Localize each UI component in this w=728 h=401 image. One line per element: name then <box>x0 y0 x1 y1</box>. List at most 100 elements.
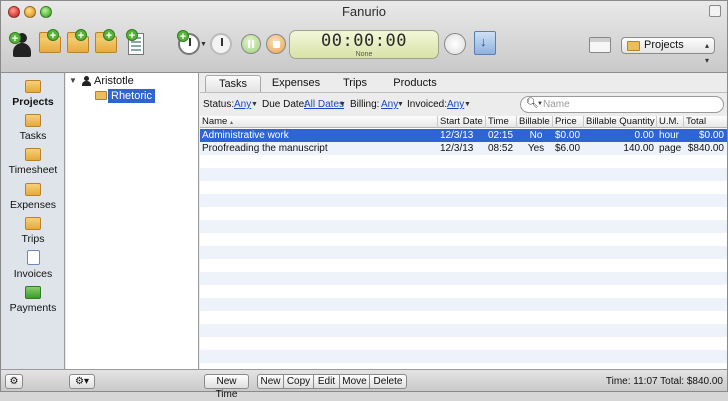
table-row[interactable]: Administrative work 12/3/13 02:15 No $0.00 0.… <box>200 129 727 142</box>
table-row[interactable] <box>200 246 727 259</box>
table-cell-qty: 140.00 <box>623 143 654 154</box>
delete-button[interactable]: Delete <box>369 374 407 389</box>
table-row[interactable] <box>200 272 727 285</box>
table-row[interactable] <box>200 311 727 324</box>
bottom-bar: ⚙ ⚙▾ New Time New Copy Edit Move Delete … <box>1 369 727 400</box>
table-cell-um: page <box>659 143 682 154</box>
sidebar-item-trips[interactable]: Trips <box>1 217 65 245</box>
tree-settings-button[interactable]: ⚙▾ <box>69 374 95 389</box>
table-cell-qty: 0.00 <box>634 130 654 141</box>
start-timer-button[interactable]: + <box>176 30 202 57</box>
due-date-filter-value[interactable]: All Dates <box>304 99 344 110</box>
column-header-billable-quantity[interactable]: Billable Quantity <box>584 116 657 128</box>
add-client-button[interactable]: + <box>7 31 33 57</box>
table-row[interactable] <box>200 285 727 298</box>
move-button[interactable]: Move <box>339 374 370 389</box>
sidebar-item-tasks[interactable]: Tasks <box>1 114 65 142</box>
sidebar-item-expenses[interactable]: Expenses <box>1 183 65 211</box>
chevron-down-icon: ▼ <box>251 101 258 108</box>
toggle-pane-icon[interactable] <box>589 37 611 53</box>
table-row[interactable] <box>200 337 727 350</box>
table-row[interactable] <box>200 298 727 311</box>
invoices-icon <box>26 250 40 265</box>
plus-icon: + <box>177 30 189 43</box>
table-row[interactable]: Proofreading the manuscript 12/3/13 08:52 Y… <box>200 142 727 155</box>
search-input[interactable]: 🔍︎ ▼ Name <box>520 96 724 113</box>
plus-icon: + <box>103 29 115 42</box>
table-cell-total: $0.00 <box>698 130 724 141</box>
column-header-name[interactable]: Name ▴ <box>200 116 438 128</box>
table-row[interactable] <box>200 207 727 220</box>
sidebar-item-invoices[interactable]: Invoices <box>1 250 65 280</box>
sidebar-item-label: Timesheet <box>8 164 58 176</box>
table-row[interactable] <box>200 220 727 233</box>
window-title: Fanurio <box>341 4 387 19</box>
table-row[interactable] <box>200 168 727 181</box>
new-time-button[interactable]: New Time <box>204 374 249 400</box>
sidebar-item-label: Projects <box>12 96 54 108</box>
table-cell-price: $0.00 <box>555 130 581 141</box>
pause-button[interactable] <box>241 34 261 54</box>
sidebar-item-payments[interactable]: Payments <box>1 286 65 314</box>
view-select-value: Projects <box>644 39 684 51</box>
table-row[interactable] <box>200 155 727 168</box>
client-icon <box>82 76 91 86</box>
timer-display[interactable]: 00:00:00 None <box>289 30 439 59</box>
trips-icon <box>25 217 41 230</box>
idle-clock-button[interactable] <box>208 31 234 57</box>
column-header-start-date[interactable]: Start Date <box>438 116 486 128</box>
plus-icon: + <box>47 29 59 42</box>
tree-item-project[interactable]: Rhetoric <box>66 89 198 103</box>
column-header-billable[interactable]: Billable <box>517 116 553 128</box>
chevron-down-icon[interactable]: ▼ <box>200 41 207 48</box>
new-button[interactable]: New <box>257 374 284 389</box>
sidebar-item-label: Expenses <box>9 199 57 211</box>
add-project-button[interactable]: + <box>39 29 65 57</box>
invoiced-filter-value[interactable]: Any <box>447 99 464 110</box>
totals-readout: Time: 11:07 Total: $840.00 <box>605 376 723 387</box>
column-header-price[interactable]: Price <box>553 116 584 128</box>
add-timesheet-button[interactable]: + <box>95 29 121 57</box>
view-select[interactable]: Projects ▴ ▾ <box>621 37 715 65</box>
timer-task: None <box>355 51 373 58</box>
chevron-down-icon: ▼ <box>464 101 471 108</box>
invoiced-filter-label: Invoiced: <box>407 99 448 110</box>
table-row[interactable] <box>200 259 727 272</box>
plus-icon: + <box>75 29 87 42</box>
toolbar: Fanurio + + + + + + ▼ 00:00:00 None ↓ Pr… <box>1 1 727 73</box>
sidebar-settings-button[interactable]: ⚙ <box>5 374 23 389</box>
stop-button[interactable] <box>266 34 286 54</box>
column-header-time[interactable]: Time <box>486 116 517 128</box>
expenses-icon <box>25 183 41 196</box>
export-icon[interactable] <box>474 31 496 55</box>
tab-products[interactable]: Products <box>387 75 443 92</box>
edit-button[interactable]: Edit <box>313 374 340 389</box>
copy-button[interactable]: Copy <box>283 374 314 389</box>
billing-filter-value[interactable]: Any <box>381 99 398 110</box>
tab-tasks[interactable]: Tasks <box>205 75 261 92</box>
disclosure-triangle-icon[interactable]: ▼ <box>69 74 77 88</box>
plus-icon: + <box>126 29 138 42</box>
gauge-icon[interactable] <box>444 33 466 55</box>
column-header-um[interactable]: U.M. <box>657 116 684 128</box>
search-placeholder: Name <box>543 99 570 110</box>
sidebar-item-label: Tasks <box>19 130 47 142</box>
table-row[interactable] <box>200 194 727 207</box>
tree-item-client[interactable]: ▼ Aristotle <box>66 74 198 88</box>
timesheet-icon <box>25 148 41 161</box>
chevron-down-icon: ▼ <box>397 101 404 108</box>
tab-trips[interactable]: Trips <box>335 75 375 92</box>
table-row[interactable] <box>200 350 727 363</box>
tab-expenses[interactable]: Expenses <box>267 75 325 92</box>
fullscreen-button[interactable] <box>709 5 721 17</box>
add-invoice-button[interactable]: + <box>123 29 149 57</box>
add-task-button[interactable]: + <box>67 29 93 57</box>
timer-value: 00:00:00 <box>321 31 407 51</box>
column-header-total[interactable]: Total <box>684 116 727 128</box>
table-row[interactable] <box>200 181 727 194</box>
status-filter-value[interactable]: Any <box>234 99 251 110</box>
table-row[interactable] <box>200 324 727 337</box>
sidebar-item-projects[interactable]: Projects <box>1 80 65 108</box>
table-row[interactable] <box>200 233 727 246</box>
sidebar-item-timesheet[interactable]: Timesheet <box>1 148 65 176</box>
